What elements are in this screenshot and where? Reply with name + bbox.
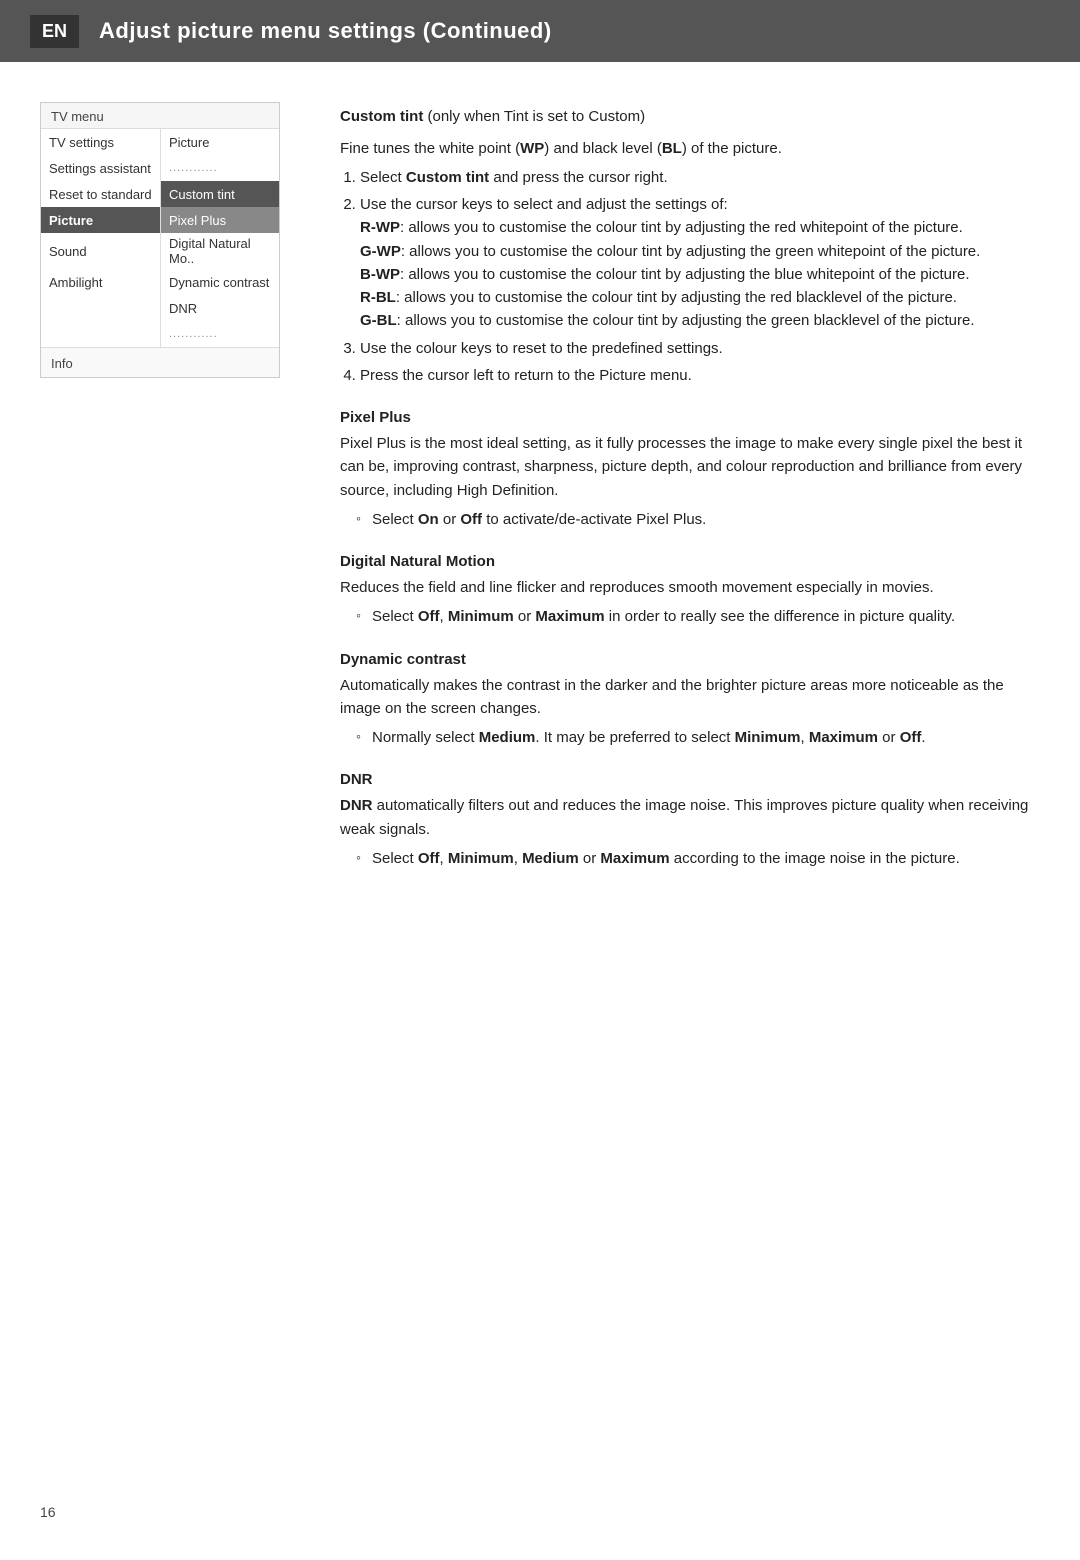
pixel-plus-bullet-1: Select On or Off to activate/de-activate… — [356, 508, 1040, 531]
menu-info: Info — [41, 347, 279, 377]
menu-row-picture: Picture Pixel Plus — [41, 207, 279, 233]
dnr-body: DNR automatically filters out and reduce… — [340, 794, 1040, 841]
digital-natural-motion-body: Reduces the field and line flicker and r… — [340, 576, 1040, 599]
menu-row-tv-settings: TV settings Picture — [41, 129, 279, 155]
menu-row-settings-assistant: Settings assistant ............ — [41, 155, 279, 181]
section-digital-natural-motion: Digital Natural Motion Reduces the field… — [340, 553, 1040, 629]
step-4: Press the cursor left to return to the P… — [360, 364, 1040, 387]
menu-item-dots-1: ............ — [161, 155, 279, 181]
menu-item-empty-2 — [41, 321, 161, 347]
step-3: Use the colour keys to reset to the pred… — [360, 337, 1040, 360]
dynamic-contrast-bullets: Normally select Medium. It may be prefer… — [356, 726, 1040, 749]
pixel-plus-title: Pixel Plus — [340, 409, 1040, 426]
dynamic-contrast-body: Automatically makes the contrast in the … — [340, 674, 1040, 721]
custom-tint-header: Custom tint (only when Tint is set to Cu… — [340, 106, 1040, 129]
section-dnr: DNR DNR automatically filters out and re… — [340, 771, 1040, 870]
page-title: Adjust picture menu settings (Continued) — [99, 18, 552, 44]
dnr-bullets: Select Off, Minimum, Medium or Maximum a… — [356, 847, 1040, 870]
dc-bullet-1: Normally select Medium. It may be prefer… — [356, 726, 1040, 749]
menu-item-pixel-plus: Pixel Plus — [161, 207, 279, 233]
tv-menu-box: TV menu TV settings Picture Settings ass… — [40, 102, 280, 378]
custom-tint-intro: Fine tunes the white point (WP) and blac… — [340, 137, 1040, 160]
menu-item-sound: Sound — [41, 233, 161, 269]
left-panel: TV menu TV settings Picture Settings ass… — [40, 102, 300, 892]
menu-row-ambilight: Ambilight Dynamic contrast — [41, 269, 279, 295]
digital-natural-motion-bullets: Select Off, Minimum or Maximum in order … — [356, 605, 1040, 628]
pixel-plus-body: Pixel Plus is the most ideal setting, as… — [340, 432, 1040, 502]
dnm-bullet-1: Select Off, Minimum or Maximum in order … — [356, 605, 1040, 628]
pixel-plus-bullets: Select On or Off to activate/de-activate… — [356, 508, 1040, 531]
menu-item-dynamic-contrast: Dynamic contrast — [161, 269, 279, 295]
menu-item-tv-settings: TV settings — [41, 129, 161, 155]
menu-row-reset-to-standard: Reset to standard Custom tint — [41, 181, 279, 207]
menu-item-ambilight: Ambilight — [41, 269, 161, 295]
tv-menu-title: TV menu — [41, 103, 279, 129]
right-panel: Custom tint (only when Tint is set to Cu… — [340, 102, 1040, 892]
custom-tint-steps: Select Custom tint and press the cursor … — [360, 166, 1040, 387]
menu-item-picture-left: Picture — [41, 207, 161, 233]
dnr-title: DNR — [340, 771, 1040, 788]
page-number: 16 — [40, 1504, 56, 1520]
menu-row-dots-2: ............ — [41, 321, 279, 347]
header-bar: EN Adjust picture menu settings (Continu… — [0, 0, 1080, 62]
dnr-bullet-1: Select Off, Minimum, Medium or Maximum a… — [356, 847, 1040, 870]
menu-item-digital-natural-motion: Digital Natural Mo.. — [161, 233, 279, 269]
dynamic-contrast-title: Dynamic contrast — [340, 651, 1040, 668]
menu-item-dnr: DNR — [161, 295, 279, 321]
menu-item-custom-tint: Custom tint — [161, 181, 279, 207]
menu-item-reset-to-standard: Reset to standard — [41, 181, 161, 207]
language-badge: EN — [30, 15, 79, 48]
menu-item-dots-2: ............ — [161, 321, 279, 347]
menu-item-empty-1 — [41, 295, 161, 321]
step-2: Use the cursor keys to select and adjust… — [360, 193, 1040, 333]
menu-row-sound: Sound Digital Natural Mo.. — [41, 233, 279, 269]
menu-item-settings-assistant: Settings assistant — [41, 155, 161, 181]
step-1: Select Custom tint and press the cursor … — [360, 166, 1040, 189]
main-content: TV menu TV settings Picture Settings ass… — [0, 62, 1080, 932]
section-dynamic-contrast: Dynamic contrast Automatically makes the… — [340, 651, 1040, 750]
digital-natural-motion-title: Digital Natural Motion — [340, 553, 1040, 570]
menu-item-picture: Picture — [161, 129, 279, 155]
section-pixel-plus: Pixel Plus Pixel Plus is the most ideal … — [340, 409, 1040, 531]
custom-tint-title: Custom tint — [340, 108, 423, 125]
menu-row-dnr: DNR — [41, 295, 279, 321]
section-custom-tint: Custom tint (only when Tint is set to Cu… — [340, 106, 1040, 387]
